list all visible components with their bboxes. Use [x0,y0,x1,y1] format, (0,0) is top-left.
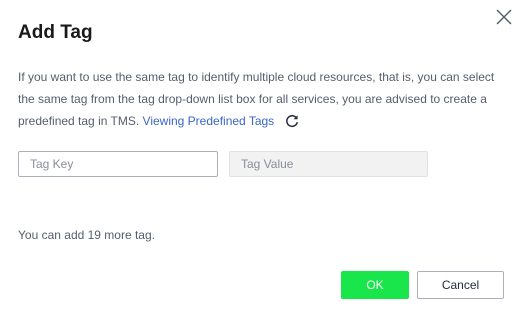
add-tag-dialog: Add Tag If you want to use the same tag … [0,0,530,309]
viewing-predefined-tags-link[interactable]: Viewing Predefined Tags [143,114,275,128]
close-icon[interactable] [494,7,514,27]
tag-key-input[interactable] [18,151,218,177]
dialog-title: Add Tag [18,22,93,43]
description: If you want to use the same tag to ident… [18,66,506,132]
remaining-tags-text: You can add 19 more tag. [18,228,155,242]
tag-value-input[interactable] [229,151,428,177]
refresh-icon[interactable] [284,113,300,129]
ok-button[interactable]: OK [341,271,409,299]
cancel-button[interactable]: Cancel [417,271,504,299]
